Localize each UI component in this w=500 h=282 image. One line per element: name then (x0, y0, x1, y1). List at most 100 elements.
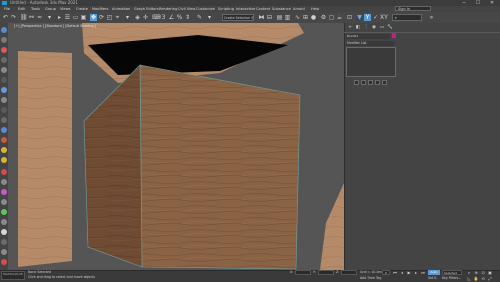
toolbar-more-icon[interactable]: » (428, 14, 435, 21)
pin-stack-icon[interactable] (354, 80, 359, 85)
keyboard-shortcut-icon[interactable]: ⌨ (152, 14, 161, 21)
undo-icon[interactable]: ↶ (2, 14, 9, 21)
camera-icon[interactable] (1, 169, 7, 175)
percent-snap-icon[interactable]: % (176, 14, 183, 21)
select-and-rotate-icon[interactable]: ⟳ (98, 14, 105, 21)
particle-icon[interactable] (1, 239, 7, 245)
motion-icon[interactable] (1, 67, 7, 73)
render-setup-icon[interactable]: ⚙ (320, 14, 327, 21)
pivot-center-icon[interactable]: ◈ (134, 14, 141, 21)
helper-icon[interactable] (1, 179, 7, 185)
auto-key-button[interactable]: Auto (428, 270, 440, 275)
zoom-all-icon[interactable]: ⊕ (473, 270, 479, 275)
select-and-move-icon[interactable]: ✥ (90, 14, 97, 21)
workspace-box[interactable]: ▾ (392, 14, 422, 21)
create-selection-set-field[interactable]: Create Selection Se (222, 14, 254, 21)
schematic-view-icon[interactable]: ⊞ (302, 14, 309, 21)
freeze-icon[interactable] (1, 127, 7, 133)
zoom-extents-icon[interactable]: ⊡ (480, 270, 486, 275)
bulb-icon[interactable] (1, 157, 7, 163)
previous-frame-icon[interactable]: ◂ (399, 270, 405, 275)
hierarchy-tab-icon[interactable]: ⫶ (363, 25, 369, 31)
shape-icon[interactable] (1, 209, 7, 215)
layer-explorer-icon[interactable]: ▥ (284, 14, 291, 21)
grid-icon[interactable] (1, 249, 7, 255)
create-tab-icon[interactable]: + (347, 25, 353, 31)
current-frame-field[interactable]: 0 (382, 270, 390, 275)
go-to-start-icon[interactable]: ⏮ (392, 270, 398, 275)
orbit-icon[interactable]: ⟲ (480, 276, 486, 281)
select-manipulate-icon[interactable]: ✢ (142, 14, 149, 21)
field-of-view-icon[interactable]: ◺ (466, 276, 472, 281)
modify-icon[interactable] (1, 47, 7, 53)
redo-icon[interactable]: ↷ (10, 14, 17, 21)
local-axis-icon[interactable]: Y (364, 14, 371, 21)
viewport-label[interactable]: [+] [Perspective ] [Standard ] [Default … (14, 24, 96, 28)
scene-explorer-icon[interactable]: ▤ (276, 14, 283, 21)
geometry-icon[interactable] (1, 219, 7, 225)
zoom-icon[interactable]: ⌕ (466, 270, 472, 275)
sort-icon[interactable] (1, 107, 7, 113)
edit-poly-icon[interactable] (1, 37, 7, 43)
spacewarp-icon[interactable] (1, 189, 7, 195)
create-icon[interactable] (1, 27, 7, 33)
object-name-field[interactable]: Box001 (346, 34, 390, 39)
go-to-end-icon[interactable]: ⏭ (420, 270, 426, 275)
light-icon[interactable] (1, 137, 7, 143)
modifier-stack[interactable] (346, 47, 396, 77)
modifier-list-dropdown[interactable]: Modifier List (346, 41, 394, 46)
snaps-toggle-icon[interactable]: 3 (160, 14, 167, 21)
render-production-icon[interactable]: ☕ (336, 14, 343, 21)
selection-filter-icon[interactable]: ▾ (46, 14, 53, 21)
select-and-scale-icon[interactable]: ◰ (106, 14, 113, 21)
system-icon[interactable] (1, 199, 7, 205)
bind-space-warp-icon[interactable]: ≈ (36, 14, 43, 21)
perspective-viewport[interactable]: [+] [Perspective ] [Standard ] [Default … (8, 23, 344, 270)
maximize-toggle-icon[interactable]: ⤢ (487, 276, 493, 281)
layer-icon[interactable] (1, 97, 7, 103)
select-by-name-icon[interactable]: ☰ (64, 14, 71, 21)
show-end-result-icon[interactable] (361, 80, 366, 85)
unlink-icon[interactable]: ⚯ (28, 14, 35, 21)
material-editor-icon[interactable]: ● (310, 14, 317, 21)
record-icon[interactable] (1, 259, 7, 265)
spinner-snap-icon[interactable]: ⇕ (184, 14, 191, 21)
align-icon[interactable]: ⊟ (266, 14, 273, 21)
maximize-viewport-icon[interactable]: ▣ (487, 270, 493, 275)
utilities-icon[interactable] (1, 87, 7, 93)
hierarchy-icon[interactable] (1, 57, 7, 63)
display-icon[interactable] (1, 77, 7, 83)
z-coord-field[interactable] (341, 270, 357, 275)
utilities-tab-icon[interactable]: 🔧 (387, 25, 393, 31)
modify-tab-icon[interactable]: ◧ (355, 25, 361, 31)
maxscript-listener[interactable]: MAXScript Mi (1, 271, 25, 280)
angle-snap-icon[interactable]: ∠ (168, 14, 175, 21)
configure-sets-icon[interactable] (382, 80, 387, 85)
mirror-icon[interactable]: ⧓ (258, 14, 265, 21)
check-icon[interactable]: ✓ (372, 14, 379, 21)
next-frame-icon[interactable]: ▸ (413, 270, 419, 275)
select-and-place-icon[interactable]: ⌖ (114, 14, 121, 21)
y-coord-field[interactable] (318, 270, 334, 275)
curve-editor-icon[interactable]: ∿ (294, 14, 301, 21)
x-coord-field[interactable] (295, 270, 311, 275)
set-key-button[interactable]: Set K. (428, 276, 437, 280)
make-unique-icon[interactable] (368, 80, 373, 85)
remove-modifier-icon[interactable] (375, 80, 380, 85)
reference-coord-icon[interactable]: ▾ (124, 14, 131, 21)
rectangle-selection-icon[interactable]: ▭ (72, 14, 79, 21)
sign-in-field[interactable]: Sign In (395, 6, 431, 11)
material-icon[interactable] (1, 229, 7, 235)
window-crossing-icon[interactable]: ▣ (80, 14, 87, 21)
select-object-icon[interactable]: ▸ (56, 14, 63, 21)
key-filters-button[interactable]: Key Filters... (442, 276, 461, 280)
filter-icon[interactable]: ▼ (356, 14, 363, 21)
edit-named-selection-icon[interactable]: ✎ (196, 14, 203, 21)
link-icon[interactable]: ⛓ (20, 14, 28, 21)
named-selection-dropdown-icon[interactable]: ▾ (206, 14, 213, 21)
rendered-frame-icon[interactable]: ▢ (328, 14, 335, 21)
play-icon[interactable]: ▶ (406, 270, 412, 275)
sun-icon[interactable] (1, 147, 7, 153)
key-mode-dropdown[interactable]: Selected (442, 270, 462, 275)
display-tab-icon[interactable]: ▭ (379, 25, 385, 31)
